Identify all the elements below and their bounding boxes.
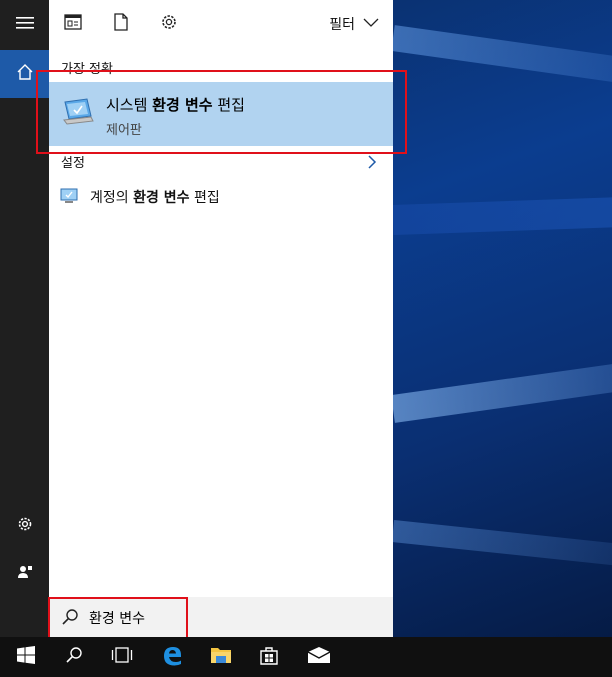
chevron-down-icon	[363, 16, 379, 32]
apps-filter-button[interactable]	[59, 10, 87, 38]
menu-button[interactable]	[0, 0, 49, 48]
hamburger-menu-icon	[15, 15, 34, 34]
filter-dropdown[interactable]: 필터	[329, 14, 379, 34]
best-match-title: 시스템 환경 변수 편집	[106, 94, 245, 115]
search-box[interactable]: 환경 변수	[49, 597, 393, 637]
user-icon	[16, 563, 34, 585]
filter-label: 필터	[329, 17, 355, 33]
mail-icon	[307, 646, 331, 668]
user-button[interactable]	[0, 550, 49, 598]
gear-icon	[16, 515, 34, 537]
settings-result-bold: 환경 변수	[133, 190, 190, 206]
best-match-title-plain: 시스템	[106, 96, 153, 114]
settings-icon	[160, 13, 178, 35]
edge-icon	[161, 644, 183, 670]
file-explorer-taskbar-button[interactable]	[197, 637, 245, 677]
store-taskbar-button[interactable]	[245, 637, 293, 677]
settings-result-suffix: 편집	[189, 190, 220, 206]
documents-filter-button[interactable]	[107, 10, 135, 38]
start-rail	[0, 0, 49, 637]
home-button[interactable]	[0, 50, 49, 98]
settings-result-label: 계정의 환경 변수 편집	[90, 187, 220, 207]
document-icon	[114, 13, 128, 35]
settings-button[interactable]	[0, 502, 49, 550]
taskbar	[0, 637, 612, 677]
desktop-light-beam	[391, 358, 612, 423]
windows-icon	[17, 646, 35, 668]
settings-heading: 설정	[61, 156, 85, 171]
best-match-result[interactable]: 시스템 환경 변수 편집 제어판	[49, 82, 393, 146]
search-icon	[65, 646, 83, 668]
best-match-title-bold: 환경 변수	[152, 96, 213, 114]
file-explorer-icon	[210, 645, 232, 669]
monitor-icon	[60, 188, 78, 208]
settings-result-item[interactable]: 계정의 환경 변수 편집	[49, 182, 393, 210]
settings-result-prefix: 계정의	[90, 190, 134, 206]
chevron-right-icon[interactable]	[367, 154, 377, 174]
desktop-light-beam	[391, 25, 612, 88]
taskbar-search-button[interactable]	[50, 637, 98, 677]
search-input[interactable]: 환경 변수	[89, 608, 145, 628]
task-view-icon	[111, 647, 133, 667]
task-view-button[interactable]	[98, 637, 146, 677]
desktop-light-beam	[392, 195, 612, 235]
home-icon	[16, 63, 34, 85]
search-results-panel: 필터 가장 정확 시스템 환경 변수 편집 제어판 설정 계정의 환경 변수 편…	[49, 0, 393, 637]
best-match-heading: 가장 정확	[61, 62, 113, 77]
edge-taskbar-button[interactable]	[148, 637, 196, 677]
search-icon	[61, 608, 79, 630]
best-match-subtitle: 제어판	[106, 123, 142, 138]
apps-icon	[64, 14, 82, 34]
control-panel-icon	[61, 96, 95, 130]
store-icon	[259, 645, 279, 669]
desktop-light-beam	[391, 520, 612, 570]
mail-taskbar-button[interactable]	[295, 637, 343, 677]
start-button[interactable]	[2, 637, 50, 677]
settings-filter-button[interactable]	[155, 10, 183, 38]
best-match-title-end: 편집	[212, 96, 245, 114]
